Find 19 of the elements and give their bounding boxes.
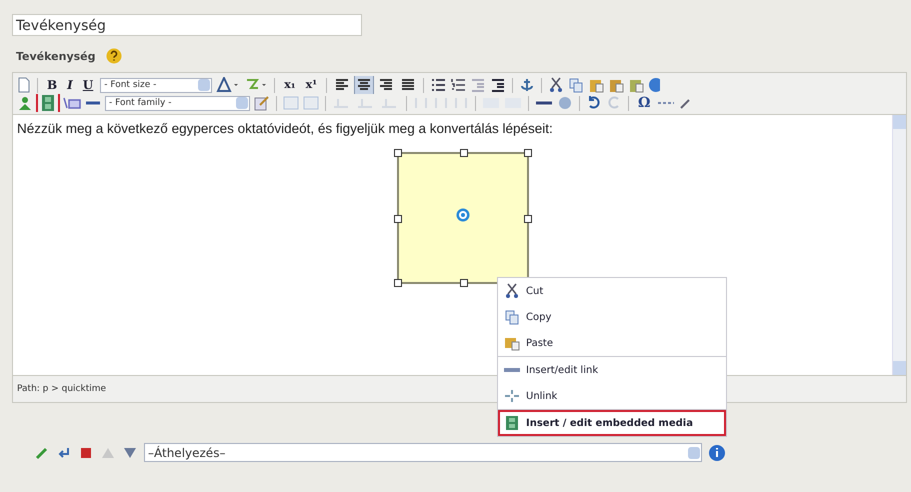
menu-item[interactable]: Insert / edit embedded media: [498, 410, 726, 436]
special-character-button[interactable]: Ω: [635, 95, 654, 111]
italic-button[interactable]: I: [64, 77, 76, 93]
path-text: Path: p > quicktime: [17, 384, 106, 394]
paragraph: Nézzük meg a következő egyperces oktatóvideót, és figyeljük meg a konvertálás lépéseit:: [17, 121, 554, 136]
subscript-button[interactable]: x₁: [281, 77, 299, 93]
menu-item[interactable]: Copy: [498, 304, 726, 330]
bold-button[interactable]: B: [44, 77, 60, 93]
section-label: Tevékenység: [16, 50, 96, 62]
underline-button[interactable]: U: [80, 77, 96, 93]
move-select[interactable]: –Áthelyezés–: [144, 443, 702, 462]
font-size-select[interactable]: - Font size -: [100, 78, 212, 92]
menu-item[interactable]: Paste: [498, 330, 726, 356]
title-field[interactable]: Tevékenység: [12, 14, 362, 36]
menu-item[interactable]: Cut: [498, 278, 726, 304]
menu-item[interactable]: Insert/edit link: [498, 357, 726, 383]
superscript-button[interactable]: x¹: [302, 77, 320, 93]
font-family-select[interactable]: - Font family -: [105, 96, 250, 110]
menu-item[interactable]: Unlink: [498, 383, 726, 409]
